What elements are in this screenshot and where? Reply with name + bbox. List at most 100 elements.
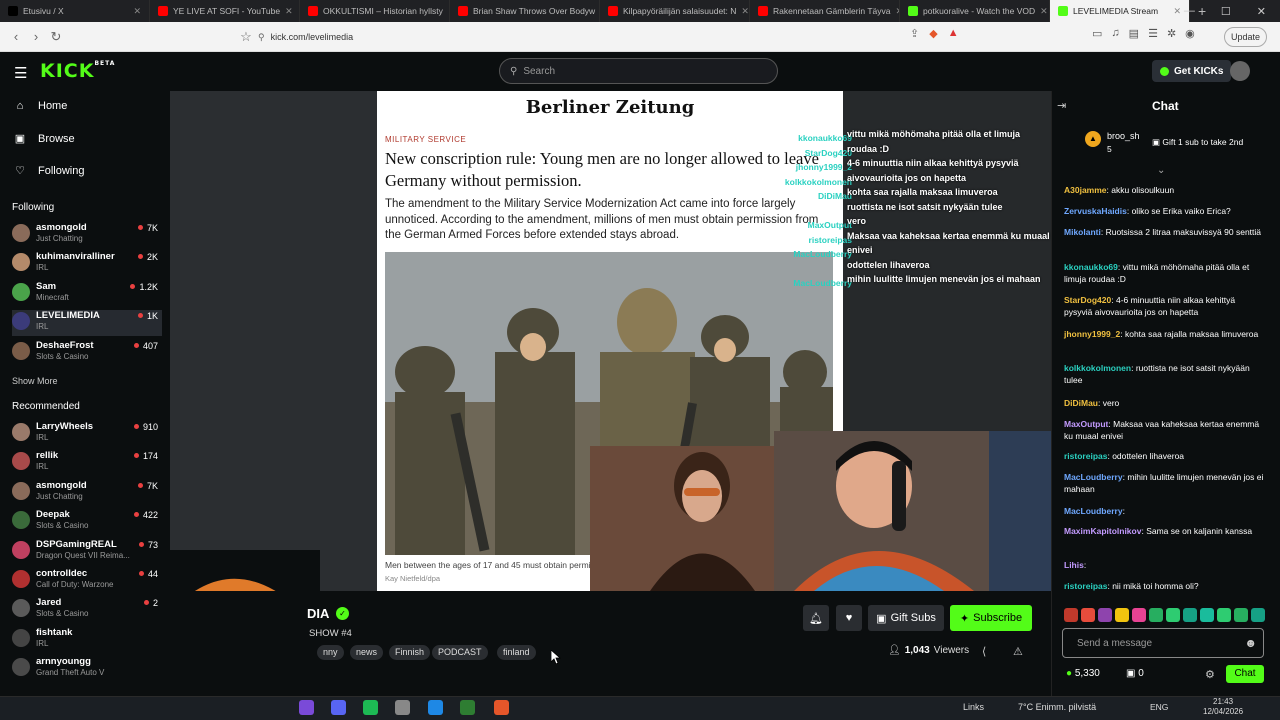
bookmark-icon[interactable]: ☆	[236, 29, 256, 45]
streamer-name[interactable]: DIA	[307, 606, 329, 621]
browser-tab[interactable]: Kilpapyöräilijän salaisuudet: N ✕	[600, 0, 750, 22]
taskbar-app-icon-2[interactable]	[363, 700, 378, 715]
close-tab-icon[interactable]: ✕	[133, 6, 141, 17]
follow-button[interactable]: ♥	[836, 605, 862, 631]
sidebar-channel[interactable]: LarryWheels IRL 910	[12, 421, 162, 447]
taskbar-app-icon-3[interactable]	[395, 700, 410, 715]
stream-tag[interactable]: news	[350, 645, 384, 660]
search-input[interactable]	[523, 65, 744, 77]
brave-shield-icon[interactable]: ◆	[929, 27, 937, 40]
emote-icon[interactable]	[1200, 608, 1214, 622]
video-player[interactable]: Berliner Zeitung MILITARY SERVICE New co…	[170, 91, 1051, 591]
emoji-icon[interactable]: ☻	[1244, 636, 1257, 650]
gift-balance[interactable]: ▣ 0	[1126, 668, 1144, 679]
emote-icon[interactable]	[1132, 608, 1146, 622]
browser-tab[interactable]: OKKULTISMI – Historian hyllsty✕	[300, 0, 450, 22]
kicks-balance[interactable]: ● 5,330	[1066, 668, 1100, 679]
share-stream-icon[interactable]: ⟨	[982, 645, 986, 658]
chat-username[interactable]: ristoreipas	[1064, 581, 1107, 591]
notifications-button[interactable]: 🔔︎	[803, 605, 829, 631]
address-bar[interactable]: ⚲ kick.com/levelimedia	[258, 26, 988, 48]
reload-icon[interactable]: ↻	[46, 29, 66, 45]
reading-list-icon[interactable]: ☰	[1148, 27, 1158, 40]
emote-icon[interactable]	[1183, 608, 1197, 622]
browser-tab[interactable]: Etusivu / X ✕	[0, 0, 150, 22]
stream-tag[interactable]: finland	[497, 645, 536, 660]
sidebar-channel[interactable]: Sam Minecraft 1.2K	[12, 281, 162, 307]
chat-username[interactable]: MacLoudberry	[1064, 472, 1123, 482]
user-avatar[interactable]	[1230, 61, 1250, 81]
sidebar-channel[interactable]: rellik IRL 174	[12, 450, 162, 476]
chat-send-button[interactable]: Chat	[1226, 665, 1264, 683]
browser-tab[interactable]: Brian Shaw Throws Over Bodyw✕	[450, 0, 600, 22]
emote-icon[interactable]	[1149, 608, 1163, 622]
taskbar-links[interactable]: Links	[963, 702, 984, 712]
browser-tab[interactable]: YE LIVE AT SOFI - YouTube ✕	[150, 0, 300, 22]
pinned-user[interactable]: broo_sh	[1107, 131, 1140, 141]
site-info-icon[interactable]: ⚲	[258, 32, 265, 43]
emote-icon[interactable]	[1081, 608, 1095, 622]
close-tab-icon[interactable]: ✕	[285, 6, 293, 17]
vpn-icon[interactable]: ◉	[1185, 27, 1195, 40]
emote-icon[interactable]	[1064, 608, 1078, 622]
rewards-icon[interactable]: ▲	[948, 27, 959, 40]
emote-icon[interactable]	[1098, 608, 1112, 622]
sidebar-channel[interactable]: DSPGamingREAL Dragon Quest VII Reima... 73	[12, 539, 162, 565]
chat-username[interactable]: ristoreipas	[1064, 451, 1107, 461]
chat-username[interactable]: Mikolanti	[1064, 227, 1101, 237]
close-tab-icon[interactable]: ✕	[741, 6, 749, 17]
taskbar-clock[interactable]: 21:43 12/04/2026	[1203, 697, 1243, 717]
maximize-icon[interactable]: ☐	[1221, 5, 1231, 18]
sidebar-channel[interactable]: LEVELIMEDIA IRL 1K	[12, 310, 162, 337]
browser-tab[interactable]: potkuoralive - Watch the VOD ✕	[900, 0, 1050, 22]
chat-username[interactable]: Lihis	[1064, 560, 1084, 570]
gift-subs-button[interactable]: ▣ Gift Subs	[868, 605, 944, 631]
stream-tag[interactable]: PODCAST	[432, 645, 488, 660]
nav-following[interactable]: ♡ Following	[14, 164, 84, 178]
chat-username[interactable]: DiDiMau	[1064, 398, 1098, 408]
emote-icon[interactable]	[1251, 608, 1265, 622]
extension-icon[interactable]: ✲	[1167, 27, 1176, 40]
chat-username[interactable]: jhonny1999_2	[1064, 329, 1120, 339]
sidebar-channel[interactable]: asmongold Just Chatting 7K	[12, 480, 162, 506]
update-button[interactable]: Update	[1224, 27, 1268, 47]
chat-input[interactable]	[1077, 637, 1245, 649]
close-tab-icon[interactable]: ✕	[1173, 6, 1181, 17]
menu-icon[interactable]: ☰	[14, 64, 27, 82]
browser-tab[interactable]: LEVELIMEDIA Stream ✕	[1050, 0, 1190, 22]
minimize-icon[interactable]: —	[1184, 5, 1195, 17]
close-tab-icon[interactable]: ✕	[1040, 6, 1048, 17]
chat-username[interactable]: MaxOutput	[1064, 419, 1108, 429]
brave-icon[interactable]	[494, 700, 509, 715]
taskbar-weather[interactable]: 7°C Enimm. pilvistä	[1018, 702, 1096, 712]
search-bar[interactable]: ⚲	[499, 58, 778, 84]
edge-icon[interactable]	[428, 700, 443, 715]
emote-icon[interactable]	[1234, 608, 1248, 622]
sidebar-channel[interactable]: controlldec Call of Duty: Warzone 44	[12, 568, 162, 594]
get-kicks-button[interactable]: Get KICKs	[1152, 60, 1232, 82]
music-icon[interactable]: ♫	[1111, 27, 1119, 40]
forward-icon[interactable]: ›	[26, 29, 46, 44]
chat-username[interactable]: MacLoudberry	[1064, 506, 1123, 516]
stream-tag[interactable]: Finnish	[389, 645, 431, 660]
back-icon[interactable]: ‹	[6, 29, 26, 44]
sidebar-channel[interactable]: arnnyoungg Grand Theft Auto V	[12, 656, 162, 682]
kick-logo[interactable]: KICKBETA	[40, 60, 115, 82]
chat-username[interactable]: kolkkokolmonen	[1064, 363, 1131, 373]
pinned-gift-text[interactable]: ▣ Gift 1 sub to take 2nd	[1152, 137, 1243, 148]
chat-username[interactable]: A30jamme	[1064, 185, 1107, 195]
sidebar-channel[interactable]: DeshaeFrost Slots & Casino 407	[12, 340, 162, 366]
show-more-link[interactable]: Show More	[12, 376, 58, 386]
sidebar-channel[interactable]: Jared Slots & Casino 2	[12, 597, 162, 623]
discord-icon[interactable]	[331, 700, 346, 715]
browser-tab[interactable]: Rakennetaan Gämblerin Täyva✕	[750, 0, 900, 22]
collapse-chat-icon[interactable]: ⇥	[1057, 99, 1066, 112]
sidebar-channel[interactable]: asmongold Just Chatting 7K	[12, 222, 162, 248]
chat-username[interactable]: kkonaukko69	[1064, 262, 1118, 272]
taskbar-app-icon-4[interactable]	[460, 700, 475, 715]
subscribe-button[interactable]: ✦ Subscribe	[950, 605, 1032, 631]
wallet-icon[interactable]: ▤	[1129, 27, 1139, 40]
nav-browse[interactable]: ▣ Browse	[14, 132, 75, 146]
taskbar-app-icon[interactable]	[299, 700, 314, 715]
share-icon[interactable]: ⇪	[910, 27, 919, 40]
